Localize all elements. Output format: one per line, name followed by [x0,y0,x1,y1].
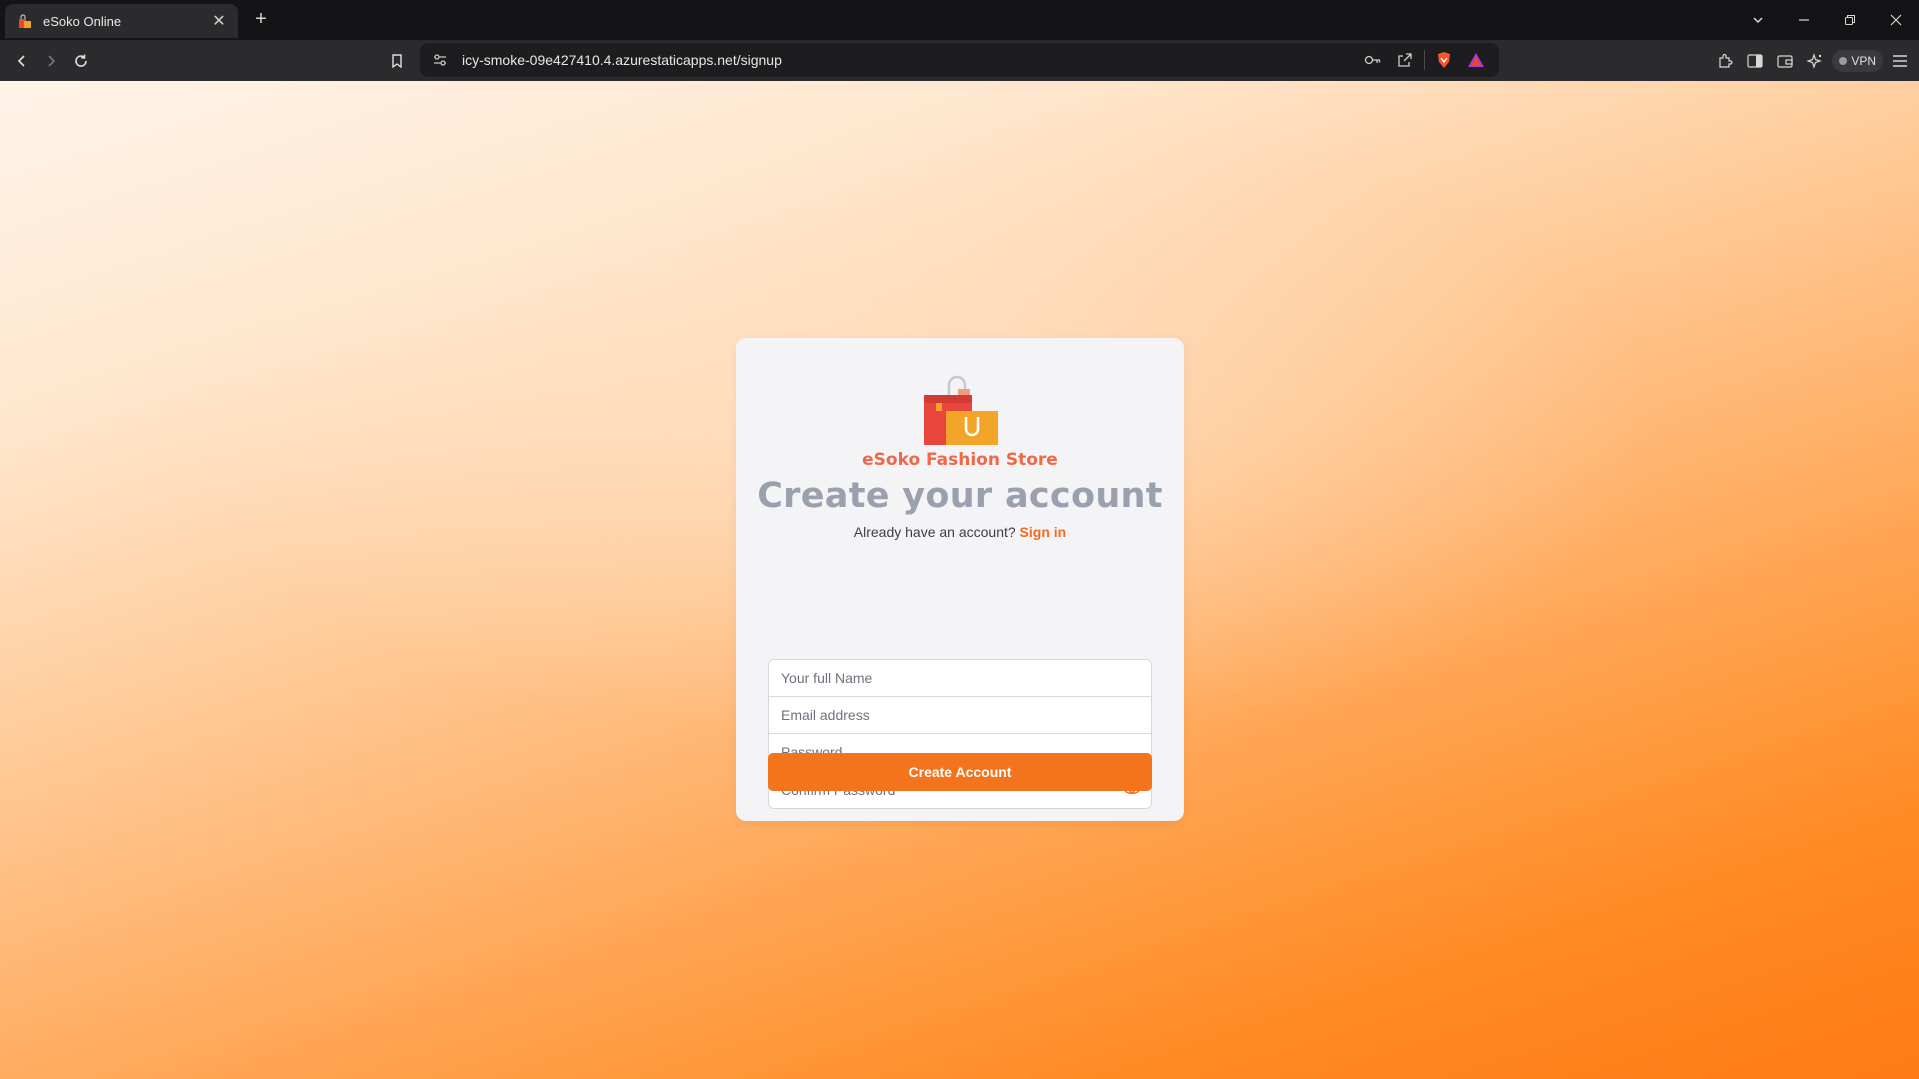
url-divider [1424,50,1425,70]
signin-link[interactable]: Sign in [1020,524,1067,540]
brave-shields-icon[interactable] [1431,47,1457,73]
vpn-button[interactable]: VPN [1832,49,1883,72]
forward-icon[interactable] [38,48,64,74]
new-tab-icon[interactable]: + [250,9,272,31]
browser-tab[interactable]: eSoko Online ✕ [5,4,238,38]
close-tab-icon[interactable]: ✕ [210,12,228,30]
leo-ai-icon[interactable] [1802,48,1828,74]
restore-icon[interactable] [1827,0,1873,40]
password-key-icon[interactable] [1360,47,1386,73]
shopping-bag-favicon-icon [17,13,33,29]
create-account-button[interactable]: Create Account [768,753,1152,791]
page-background: eSoko Fashion Store Create your account … [0,81,1919,1079]
shopping-bags-logo-icon [924,375,998,445]
toolbar-right-tools: VPN [1712,40,1919,81]
browser-toolbar: icy-smoke-09e427410.4.azurestaticapps.ne… [0,40,1919,81]
page-title: Create your account [757,476,1163,516]
browser-tabstrip: eSoko Online ✕ + [0,0,1919,40]
back-icon[interactable] [9,48,35,74]
reload-icon[interactable] [68,48,94,74]
email-input[interactable] [769,697,1151,733]
signup-card: eSoko Fashion Store Create your account … [736,338,1184,821]
email-field-row [769,697,1151,734]
url-text[interactable]: icy-smoke-09e427410.4.azurestaticapps.ne… [462,52,1360,68]
tab-search-chevron-icon[interactable] [1735,0,1781,40]
signin-prompt: Already have an account? Sign in [736,524,1184,540]
bookmark-icon[interactable] [384,48,410,74]
vpn-label: VPN [1851,53,1876,68]
full-name-field-row [769,660,1151,697]
vpn-status-icon [1839,56,1848,65]
extensions-icon[interactable] [1712,48,1738,74]
sidebar-icon[interactable] [1742,48,1768,74]
window-controls [1735,0,1919,40]
site-settings-icon[interactable] [424,43,456,77]
address-bar[interactable]: icy-smoke-09e427410.4.azurestaticapps.ne… [420,43,1499,77]
share-icon[interactable] [1392,47,1418,73]
minimize-icon[interactable] [1781,0,1827,40]
full-name-input[interactable] [769,660,1151,696]
wallet-icon[interactable] [1772,48,1798,74]
tab-title: eSoko Online [43,13,122,29]
brand-name: eSoko Fashion Store [862,450,1058,470]
menu-hamburger-icon[interactable] [1887,48,1913,74]
close-window-icon[interactable] [1873,0,1919,40]
have-account-text: Already have an account? [853,524,1016,540]
brave-rewards-icon[interactable] [1463,47,1489,73]
